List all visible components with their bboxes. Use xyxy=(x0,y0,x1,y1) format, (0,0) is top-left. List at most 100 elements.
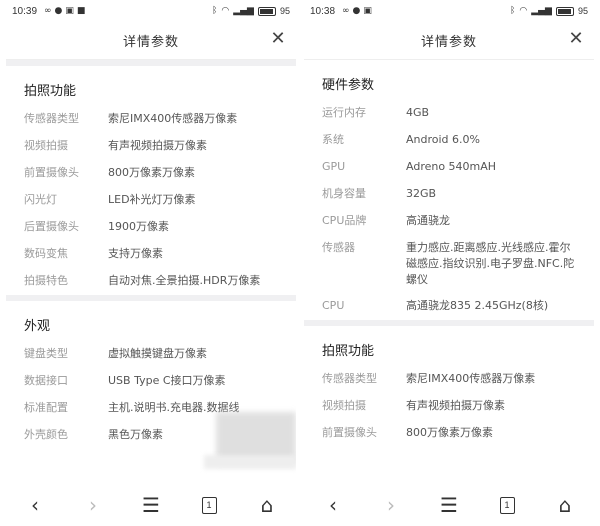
spec-value: Android 6.0% xyxy=(406,133,480,146)
wifi-icon: ◠ xyxy=(519,6,528,16)
spec-value: 有声视频拍摄万像素 xyxy=(108,139,207,152)
page-title: 详情参数 xyxy=(122,35,179,50)
spec-key: 键盘类型 xyxy=(24,347,68,360)
menu-icon[interactable]: ☰ xyxy=(136,490,166,520)
status-time: 10:39 xyxy=(12,5,38,17)
spec-key: 前置摄像头 xyxy=(322,426,377,439)
spec-row: 传感器类型 索尼IMX400传感器万像素 xyxy=(24,106,278,133)
spec-key: 拍摄特色 xyxy=(24,274,68,287)
battery-icon xyxy=(555,6,574,16)
battery-icon xyxy=(257,6,276,16)
spec-value: 重力感应.距离感应.光线感应.霍尔磁感应.指纹识别.电子罗盘.NFC.陀螺仪 xyxy=(406,241,575,286)
spec-value: 32GB xyxy=(406,187,437,200)
spec-value: 索尼IMX400传感器万像素 xyxy=(406,372,536,385)
infinity-icon: ∞ xyxy=(342,6,350,16)
battery-level: 95 xyxy=(577,6,588,16)
spec-value: USB Type C接口万像素 xyxy=(108,374,226,387)
spec-key: CPU xyxy=(322,299,345,312)
spec-key: 数码变焦 xyxy=(24,247,68,260)
watermark-blur xyxy=(204,455,296,469)
spec-row: 机身容量 32GB xyxy=(322,181,576,208)
spec-value: 800万像素万像素 xyxy=(108,166,195,179)
spec-key: 运行内存 xyxy=(322,106,366,119)
spec-value: 4GB xyxy=(406,106,430,119)
spec-row: GPU Adreno 540mAH xyxy=(322,154,576,181)
tab-count: 1 xyxy=(201,496,217,514)
spec-key: 传感器类型 xyxy=(322,372,377,385)
spec-row: 传感器类型 索尼IMX400传感器万像素 xyxy=(322,366,576,393)
spec-row: 视频拍摄 有声视频拍摄万像素 xyxy=(24,133,278,160)
spec-value: 虚拟触摸键盘万像素 xyxy=(108,347,207,360)
tabs-icon[interactable]: 1 xyxy=(492,490,522,520)
home-icon[interactable]: ⌂ xyxy=(252,490,282,520)
section-title: 拍照功能 xyxy=(322,344,375,359)
spec-row: 数据接口 USB Type C接口万像素 xyxy=(24,368,278,395)
title-bar: 详情参数 ✕ xyxy=(304,22,594,60)
spec-key: 视频拍摄 xyxy=(24,139,68,152)
spec-row: 前置摄像头 800万像素万像素 xyxy=(322,420,576,447)
section-title: 外观 xyxy=(24,319,51,334)
chat-icon: ● xyxy=(352,6,361,16)
spec-row: 后置摄像头 1900万像素 xyxy=(24,214,278,241)
page-title: 详情参数 xyxy=(420,35,477,50)
spec-key: 机身容量 xyxy=(322,187,366,200)
status-time: 10:38 xyxy=(310,5,336,17)
spec-key: GPU xyxy=(322,160,346,173)
menu-icon[interactable]: ☰ xyxy=(434,490,464,520)
spec-key: CPU品牌 xyxy=(322,214,367,227)
bottom-nav: ‹ › ☰ 1 ⌂ xyxy=(304,484,594,526)
spec-value: 1900万像素 xyxy=(108,220,169,233)
spec-row: 前置摄像头 800万像素万像素 xyxy=(24,160,278,187)
spec-key: 系统 xyxy=(322,133,344,146)
infinity-icon: ∞ xyxy=(44,6,52,16)
home-icon[interactable]: ⌂ xyxy=(550,490,580,520)
spec-key: 标准配置 xyxy=(24,401,68,414)
spec-row: 传感器 重力感应.距离感应.光线感应.霍尔磁感应.指纹识别.电子罗盘.NFC.陀螺… xyxy=(322,235,576,293)
section-title: 硬件参数 xyxy=(322,78,375,93)
spec-value: 高通骁龙 xyxy=(406,214,450,227)
bluetooth-icon: ᛒ xyxy=(211,6,218,16)
back-icon[interactable]: ‹ xyxy=(318,490,348,520)
spec-row: 视频拍摄 有声视频拍摄万像素 xyxy=(322,393,576,420)
spec-section-camera: 拍照功能 传感器类型 索尼IMX400传感器万像素 视频拍摄 有声视频拍摄万像素 前… xyxy=(6,66,296,295)
spec-row: 键盘类型 虚拟触摸键盘万像素 xyxy=(24,341,278,368)
spec-key: 前置摄像头 xyxy=(24,166,79,179)
spec-key: 后置摄像头 xyxy=(24,220,79,233)
spec-value: 有声视频拍摄万像素 xyxy=(406,399,505,412)
close-icon[interactable]: ✕ xyxy=(566,30,586,50)
spec-row: 系统 Android 6.0% xyxy=(322,127,576,154)
image-icon: ▣ xyxy=(65,6,74,16)
forward-icon[interactable]: › xyxy=(376,490,406,520)
forward-icon[interactable]: › xyxy=(78,490,108,520)
spec-row: 运行内存 4GB xyxy=(322,100,576,127)
spec-section-hardware: 硬件参数 运行内存 4GB 系统 Android 6.0% GPU Adreno 54… xyxy=(304,60,594,320)
spec-key: 数据接口 xyxy=(24,374,68,387)
title-bar: 详情参数 ✕ xyxy=(6,22,296,60)
spec-section-camera: 拍照功能 传感器类型 索尼IMX400传感器万像素 视频拍摄 有声视频拍摄万像素 前… xyxy=(304,326,594,447)
spec-value: Adreno 540mAH xyxy=(406,160,497,173)
wifi-icon: ◠ xyxy=(221,6,230,16)
left-screen: 10:39 ∞ ● ▣ ■ ᛒ ◠ ▂▄▆ 95 详情参数 ✕ 拍照功能 传感器… xyxy=(6,0,296,526)
bottom-nav: ‹ › ☰ 1 ⌂ xyxy=(6,484,296,526)
spec-row: 数码变焦 支持万像素 xyxy=(24,241,278,268)
spec-key: 视频拍摄 xyxy=(322,399,366,412)
spec-value: 索尼IMX400传感器万像素 xyxy=(108,112,238,125)
status-bar: 10:38 ∞ ● ▣ ᛒ ◠ ▂▄▆ 95 xyxy=(304,0,594,22)
spec-row: CPU 高通骁龙835 2.45GHz(8核) xyxy=(322,293,576,320)
spec-value: 800万像素万像素 xyxy=(406,426,493,439)
status-bar: 10:39 ∞ ● ▣ ■ ᛒ ◠ ▂▄▆ 95 xyxy=(6,0,296,22)
battery-level: 95 xyxy=(279,6,290,16)
signal-icon: ▂▄▆ xyxy=(233,6,254,16)
right-screen: 10:38 ∞ ● ▣ ᛒ ◠ ▂▄▆ 95 详情参数 ✕ 硬件参数 运行内存 4… xyxy=(304,0,594,526)
tab-count: 1 xyxy=(499,496,515,514)
spec-row: CPU品牌 高通骁龙 xyxy=(322,208,576,235)
spec-row: 闪光灯 LED补光灯万像素 xyxy=(24,187,278,214)
section-title: 拍照功能 xyxy=(24,84,77,99)
tabs-icon[interactable]: 1 xyxy=(194,490,224,520)
spec-value: 支持万像素 xyxy=(108,247,163,260)
spec-value: 自动对焦.全景拍摄.HDR万像素 xyxy=(108,274,261,287)
spec-key: 闪光灯 xyxy=(24,193,57,206)
spec-key: 外壳颜色 xyxy=(24,428,68,441)
close-icon[interactable]: ✕ xyxy=(268,30,288,50)
back-icon[interactable]: ‹ xyxy=(20,490,50,520)
